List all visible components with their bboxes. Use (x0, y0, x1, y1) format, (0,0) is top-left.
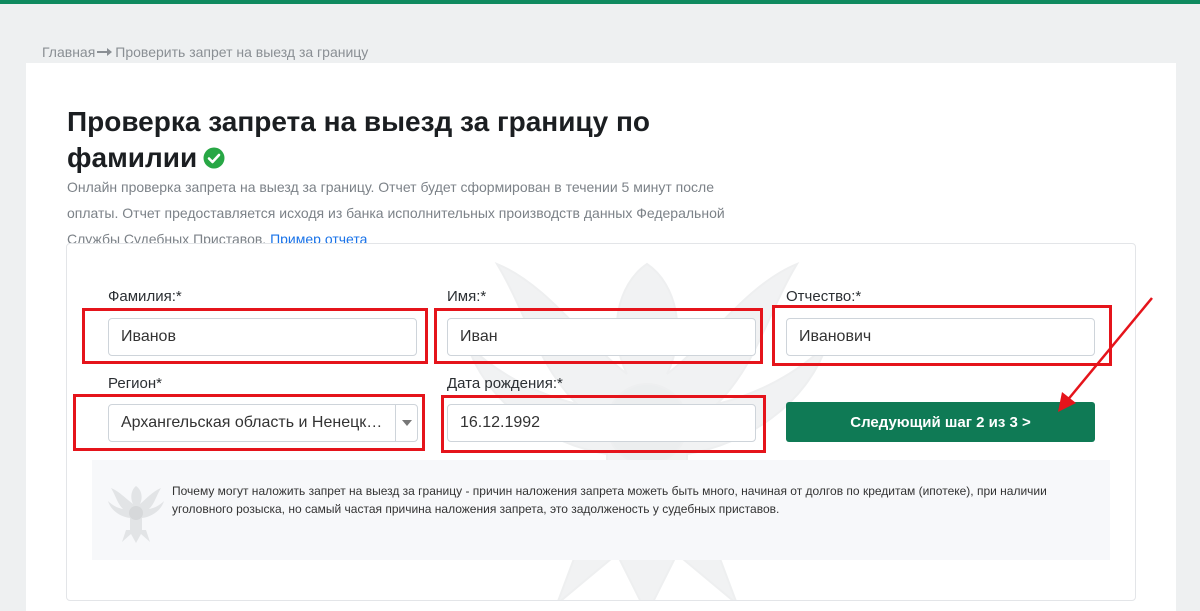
search-form-panel: Фамилия:* Имя:* Отчество:* Регион* Архан… (66, 243, 1136, 601)
description-text: Онлайн проверка запрета на выезд за гран… (67, 179, 725, 247)
top-accent-bar (0, 0, 1200, 4)
info-box: Почему могут наложить запрет на выезд за… (92, 460, 1110, 560)
breadcrumb-home-link[interactable]: Главная (42, 44, 95, 60)
arrow-right-icon (97, 48, 113, 56)
patronymic-input[interactable] (786, 318, 1095, 356)
region-label: Регион* (108, 375, 163, 392)
caret-down-icon[interactable] (395, 405, 417, 441)
page-title: Проверка запрета на выезд за границу по … (67, 104, 707, 176)
patronymic-label: Отчество:* (786, 288, 862, 305)
birthdate-input[interactable] (447, 404, 756, 442)
region-select[interactable]: Архангельская область и Ненецкий автоном… (108, 404, 418, 442)
name-label: Имя:* (447, 288, 487, 305)
surname-label: Фамилия:* (108, 288, 182, 305)
check-circle-icon (203, 147, 225, 169)
info-text: Почему могут наложить запрет на выезд за… (172, 484, 1047, 516)
page-description: Онлайн проверка запрета на выезд за гран… (67, 174, 727, 252)
region-select-value: Архангельская область и Ненецкий автоном… (121, 414, 395, 431)
next-step-button[interactable]: Следующий шаг 2 из 3 > (786, 402, 1095, 442)
breadcrumb-current: Проверить запрет на выезд за границу (115, 44, 369, 60)
surname-input[interactable] (108, 318, 417, 356)
breadcrumb: Главная Проверить запрет на выезд за гра… (42, 44, 368, 60)
birthdate-label: Дата рождения:* (447, 375, 563, 392)
name-input[interactable] (447, 318, 756, 356)
eagle-emblem-icon (108, 486, 164, 543)
page-title-text: Проверка запрета на выезд за границу по … (67, 106, 650, 173)
